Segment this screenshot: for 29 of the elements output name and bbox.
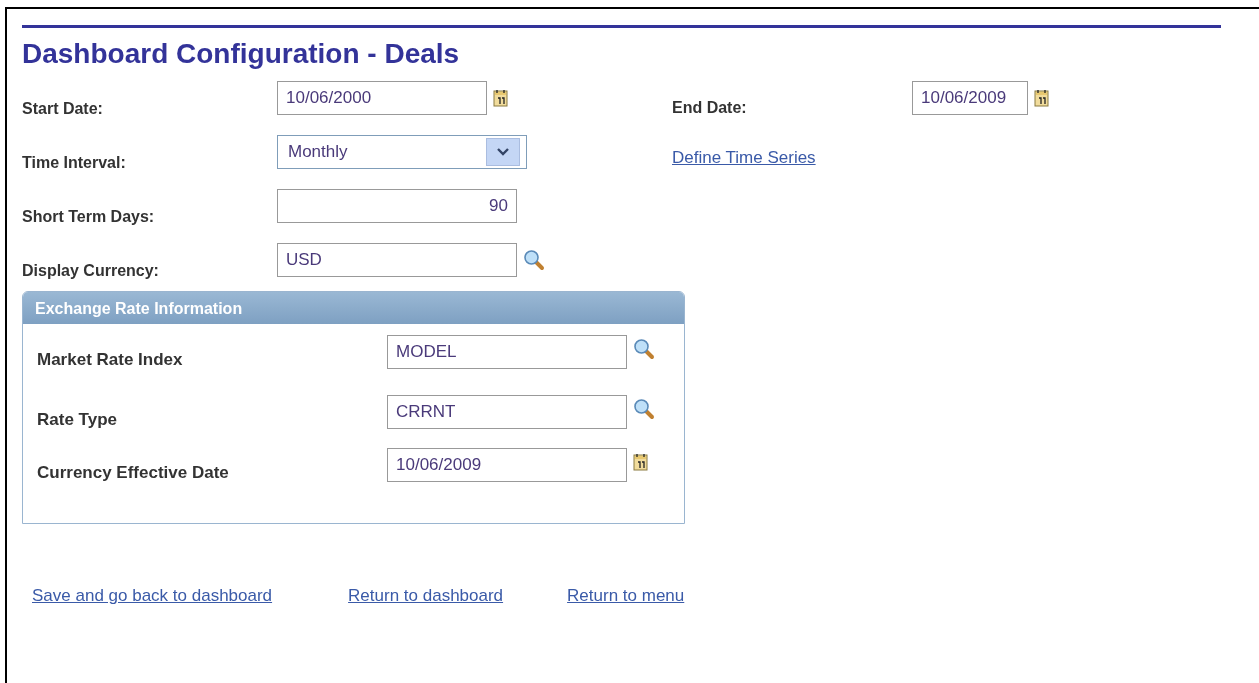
page-title: Dashboard Configuration - Deals bbox=[22, 25, 1221, 75]
dropdown[interactable]: Monthly bbox=[277, 135, 527, 169]
define-link[interactable]: Define Time Series bbox=[672, 146, 816, 168]
field-label: Short Term Days: bbox=[22, 207, 156, 226]
field-label: End Date: bbox=[672, 98, 748, 117]
input-field[interactable]: 10/06/2000 bbox=[277, 81, 487, 115]
field-label: Rate Type bbox=[37, 409, 118, 430]
field-label: Start Date: bbox=[22, 99, 104, 118]
search-icon[interactable] bbox=[523, 249, 545, 271]
input-field[interactable]: CRRNT bbox=[387, 395, 627, 429]
input-field[interactable]: 90 bbox=[277, 189, 517, 223]
search-icon[interactable] bbox=[633, 338, 655, 360]
input-field[interactable]: 10/06/2009 bbox=[387, 448, 627, 482]
input-field[interactable]: MODEL bbox=[387, 335, 627, 369]
group-header: Exchange Rate Information bbox=[23, 292, 684, 324]
input-field[interactable]: USD bbox=[277, 243, 517, 277]
calendar-icon[interactable] bbox=[1034, 89, 1050, 107]
field-label: Time Interval: bbox=[22, 153, 127, 172]
field-label: Currency Effective Date bbox=[37, 462, 230, 483]
field-label: Display Currency: bbox=[22, 261, 160, 280]
nav-link[interactable]: Save and go back to dashboard bbox=[32, 586, 273, 606]
input-field[interactable]: 10/06/2009 bbox=[912, 81, 1028, 115]
field-label: Market Rate Index bbox=[37, 349, 184, 370]
nav-link[interactable]: Return to menu bbox=[567, 586, 685, 606]
nav-link[interactable]: Return to dashboard bbox=[348, 586, 504, 606]
search-icon[interactable] bbox=[633, 398, 655, 420]
calendar-icon[interactable] bbox=[633, 453, 649, 471]
calendar-icon[interactable] bbox=[493, 89, 509, 107]
chevron-down-icon bbox=[497, 148, 509, 156]
